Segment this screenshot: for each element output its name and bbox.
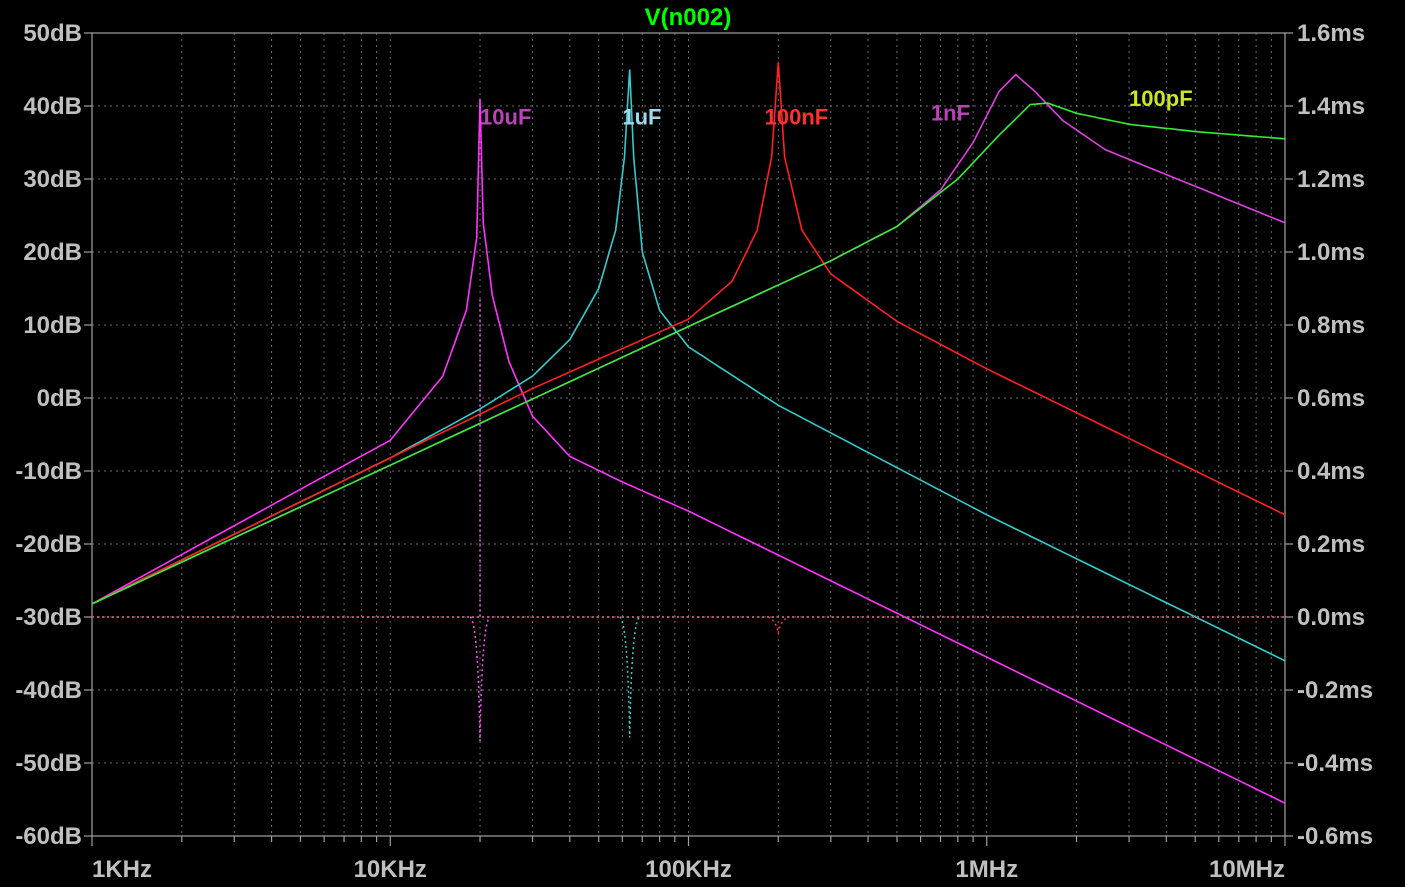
series-label-100nF: 100nF: [765, 104, 829, 129]
left-tick-label: 50dB: [23, 20, 82, 47]
series-label-1nF: 1nF: [931, 101, 970, 126]
right-tick-label: 0.6ms: [1297, 385, 1365, 412]
right-tick-label: 1.0ms: [1297, 239, 1365, 266]
right-tick-label: 1.4ms: [1297, 93, 1365, 120]
right-tick-label: 0.2ms: [1297, 531, 1365, 558]
series-label-1uF: 1uF: [622, 104, 661, 129]
left-tick-label: -60dB: [15, 823, 82, 850]
right-tick-label: 1.2ms: [1297, 166, 1365, 193]
left-tick-label: -40dB: [15, 677, 82, 704]
x-tick-label: 1KHz: [92, 856, 152, 883]
series-label-10uF: 10uF: [480, 104, 531, 129]
right-tick-label: -0.4ms: [1297, 750, 1373, 777]
series-label-100pF: 100pF: [1129, 86, 1193, 111]
left-tick-label: 40dB: [23, 93, 82, 120]
right-tick-label: 0.0ms: [1297, 604, 1365, 631]
left-tick-label: 0dB: [37, 385, 82, 412]
plot-background: [0, 0, 1405, 887]
right-tick-label: 0.4ms: [1297, 458, 1365, 485]
left-tick-label: -10dB: [15, 458, 82, 485]
left-tick-label: -30dB: [15, 604, 82, 631]
right-tick-label: -0.2ms: [1297, 677, 1373, 704]
left-tick-label: 20dB: [23, 239, 82, 266]
plot-area[interactable]: 10uF 1uF 100nF 1nF 100pF 50dB 40dB 30dB 20dB 10d…: [0, 0, 1405, 887]
x-tick-label: 1MHz: [955, 856, 1018, 883]
x-tick-label: 100KHz: [645, 856, 732, 883]
right-tick-label: 0.8ms: [1297, 312, 1365, 339]
x-tick-label: 10MHz: [1209, 856, 1285, 883]
left-tick-label: 10dB: [23, 312, 82, 339]
right-tick-label: -0.6ms: [1297, 823, 1373, 850]
left-tick-label: -20dB: [15, 531, 82, 558]
right-tick-label: 1.6ms: [1297, 20, 1365, 47]
x-tick-label: 10KHz: [354, 856, 427, 883]
left-tick-label: -50dB: [15, 750, 82, 777]
chart-title: V(n002): [645, 4, 732, 31]
left-tick-label: 30dB: [23, 166, 82, 193]
